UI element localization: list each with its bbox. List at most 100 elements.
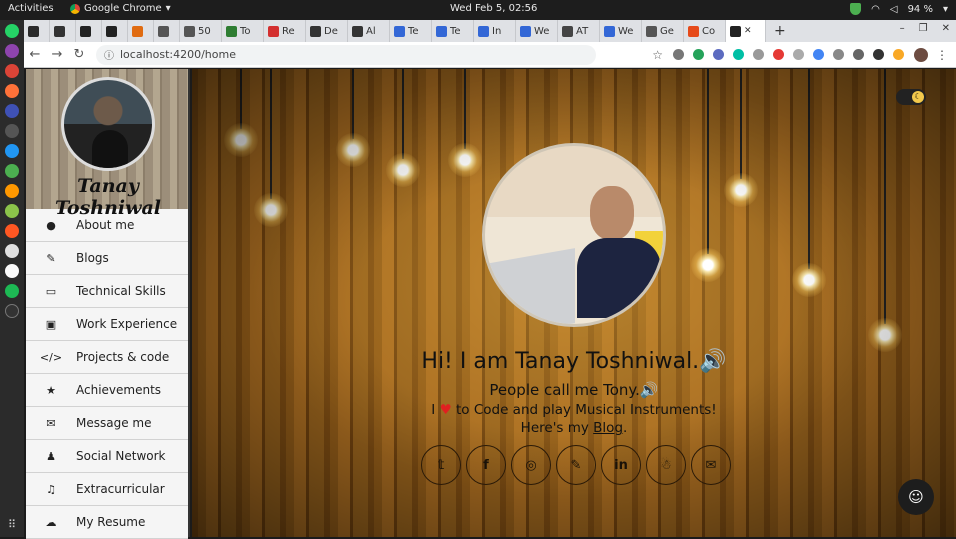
app-icon[interactable]: [5, 44, 19, 58]
tab-favicon-icon: [226, 25, 237, 37]
extension-icon[interactable]: [673, 49, 684, 60]
app-menu[interactable]: Google Chrome ▾: [70, 3, 171, 14]
blog-text: Here's my Blog.: [520, 420, 628, 436]
firefox-icon[interactable]: [5, 84, 19, 98]
browser-tab[interactable]: Al: [348, 20, 390, 42]
social-links: 𝕥 f ◎ ✎ in ☃ ✉: [421, 445, 731, 485]
app-icon[interactable]: [5, 104, 19, 118]
browser-tab[interactable]: To: [222, 20, 264, 42]
browser-tab[interactable]: 50: [180, 20, 222, 42]
browser-tab[interactable]: ✕: [726, 20, 766, 42]
extension-icon[interactable]: [693, 49, 704, 60]
linkedin-link[interactable]: in: [601, 445, 641, 485]
extension-icon[interactable]: [833, 49, 844, 60]
sidebar-item-work-experience[interactable]: ▣ Work Experience: [26, 308, 188, 341]
browser-tab[interactable]: We: [516, 20, 558, 42]
sidebar-item-message-me[interactable]: ✉ Message me: [26, 407, 188, 440]
tab-favicon-icon: [730, 25, 741, 37]
show-apps-icon[interactable]: ⠿: [8, 518, 16, 531]
extension-icon[interactable]: [853, 49, 864, 60]
tab-favicon-icon: [310, 25, 321, 37]
extension-icon[interactable]: [793, 49, 804, 60]
back-button[interactable]: ←: [24, 47, 46, 62]
minimize-button[interactable]: –: [900, 23, 905, 34]
sidebar-item-projects-code[interactable]: </> Projects & code: [26, 341, 188, 374]
twitter-link[interactable]: 𝕥: [421, 445, 461, 485]
github-icon: ◎: [525, 457, 537, 473]
activities-button[interactable]: Activities: [8, 3, 54, 14]
maximize-button[interactable]: ❐: [919, 23, 928, 34]
extension-icon[interactable]: [893, 49, 904, 60]
reload-button[interactable]: ↻: [68, 47, 90, 62]
chrome-dock-icon[interactable]: [5, 64, 19, 78]
app-icon[interactable]: [5, 304, 19, 318]
bookmark-star-icon[interactable]: ☆: [652, 48, 663, 62]
menu-item-icon: </>: [39, 350, 63, 364]
github-link[interactable]: ◎: [511, 445, 551, 485]
browser-tab[interactable]: [154, 20, 180, 42]
browser-tab[interactable]: De: [306, 20, 348, 42]
android-icon[interactable]: [5, 204, 19, 218]
system-tray[interactable]: ◠ ◁ 94 % ▾: [850, 3, 948, 15]
browser-tab[interactable]: [102, 20, 128, 42]
theme-toggle[interactable]: ☾: [896, 89, 926, 105]
new-tab-button[interactable]: +: [766, 23, 794, 39]
extension-icon[interactable]: [773, 49, 784, 60]
sidebar-item-social-network[interactable]: ♟ Social Network: [26, 440, 188, 473]
browser-tab[interactable]: Te: [390, 20, 432, 42]
sidebar-item-label: Blogs: [76, 251, 109, 265]
vscode-icon[interactable]: [5, 144, 19, 158]
browser-tab[interactable]: [24, 20, 50, 42]
extension-icon[interactable]: [733, 49, 744, 60]
terminal-icon[interactable]: [5, 124, 19, 138]
postman-icon[interactable]: [5, 224, 19, 238]
battery-label: 94 %: [907, 3, 933, 15]
sidebar-item-extracurricular[interactable]: ♫ Extracurricular: [26, 473, 188, 506]
spotify-icon[interactable]: [5, 284, 19, 298]
close-tab-icon[interactable]: ✕: [744, 26, 752, 36]
greeting-heading[interactable]: Hi! I am Tanay Toshniwal.🔊: [192, 349, 956, 374]
app-icon[interactable]: [5, 244, 19, 258]
chrome-menu-icon[interactable]: ⋮: [936, 48, 948, 62]
blog-pen-link[interactable]: ✎: [556, 445, 596, 485]
browser-tab[interactable]: In: [474, 20, 516, 42]
browser-tab[interactable]: Te: [432, 20, 474, 42]
sidebar-item-technical-skills[interactable]: ▭ Technical Skills: [26, 275, 188, 308]
forward-button[interactable]: →: [46, 47, 68, 62]
sidebar-item-my-resume[interactable]: ☁ My Resume: [26, 506, 188, 539]
tab-favicon-icon: [28, 25, 39, 37]
browser-tab[interactable]: Re: [264, 20, 306, 42]
extension-icon[interactable]: [753, 49, 764, 60]
browser-tab[interactable]: AT: [558, 20, 600, 42]
extension-icon[interactable]: [813, 49, 824, 60]
email-link[interactable]: ✉: [691, 445, 731, 485]
blog-link[interactable]: Blog: [593, 420, 623, 436]
browser-tab[interactable]: We: [600, 20, 642, 42]
app-icon[interactable]: [5, 264, 19, 278]
browser-tab[interactable]: Co: [684, 20, 726, 42]
blog-pen-icon: ✎: [570, 457, 582, 473]
browser-tab[interactable]: [128, 20, 154, 42]
app-icon[interactable]: [5, 184, 19, 198]
tab-favicon-icon: [688, 25, 699, 37]
chat-fab-button[interactable]: ☺: [898, 479, 934, 515]
extension-icon[interactable]: [873, 49, 884, 60]
sidebar: Tanay Toshniwal ● About me ✎ Blogs ▭ Technica…: [26, 69, 190, 539]
address-bar[interactable]: ⓘ localhost:4200/home: [96, 44, 596, 65]
whatsapp-icon[interactable]: [5, 24, 19, 38]
nickname-text[interactable]: People call me Tony.🔊: [192, 381, 956, 399]
close-window-button[interactable]: ✕: [942, 23, 950, 34]
extension-icon[interactable]: [713, 49, 724, 60]
sidebar-item-achievements[interactable]: ★ Achievements: [26, 374, 188, 407]
volume-icon: ◁: [889, 3, 898, 15]
browser-tab[interactable]: [76, 20, 102, 42]
clock[interactable]: Wed Feb 5, 02:56: [450, 3, 537, 14]
hackerearth-link[interactable]: ☃: [646, 445, 686, 485]
app-icon[interactable]: [5, 164, 19, 178]
sidebar-item-blogs[interactable]: ✎ Blogs: [26, 242, 188, 275]
profile-avatar[interactable]: [914, 47, 928, 62]
light-bulb: [254, 193, 288, 227]
facebook-link[interactable]: f: [466, 445, 506, 485]
browser-tab[interactable]: [50, 20, 76, 42]
browser-tab[interactable]: Ge: [642, 20, 684, 42]
